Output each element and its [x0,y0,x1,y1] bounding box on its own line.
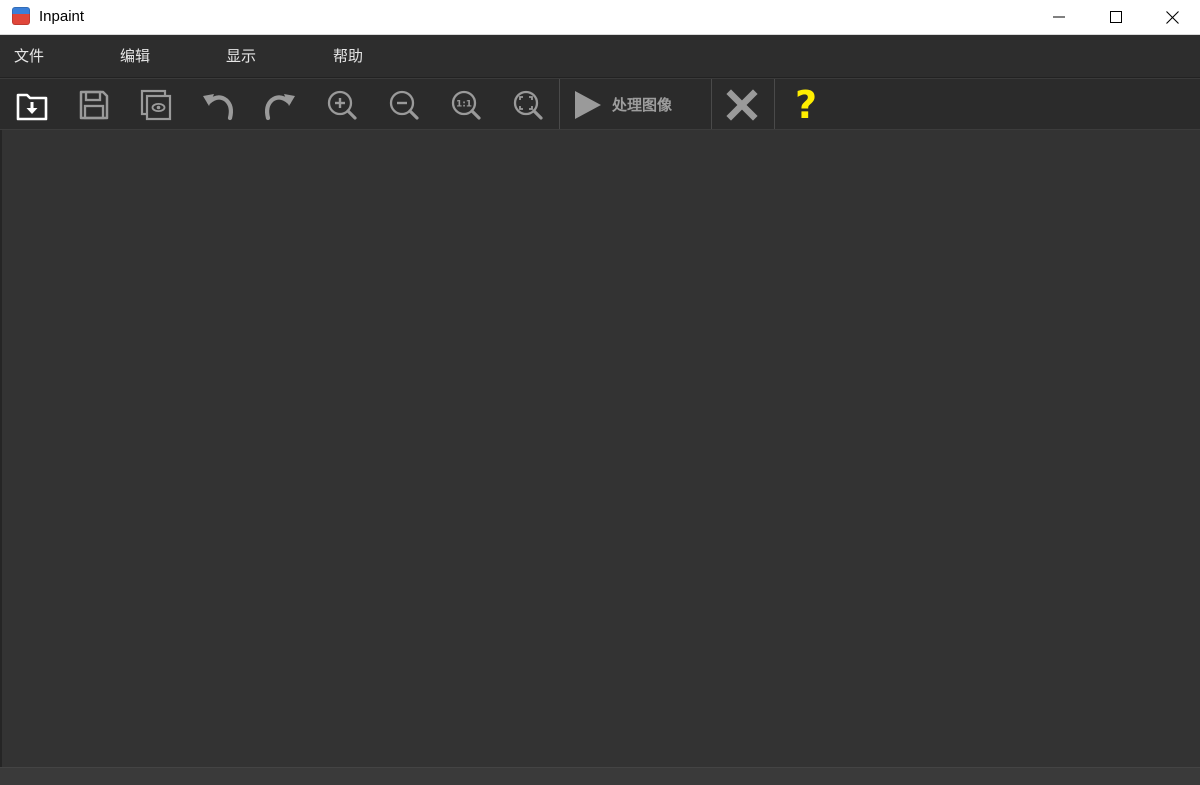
menu-file[interactable]: 文件 [14,46,44,66]
status-bar [0,767,1200,785]
redo-icon [265,94,295,121]
minimize-button[interactable] [1031,0,1087,34]
cancel-button[interactable] [720,83,764,127]
zoom-out-button[interactable] [382,83,426,127]
close-icon [1165,10,1179,24]
toolbar-separator [559,79,560,129]
help-question-icon: ? [795,86,817,124]
save-button[interactable] [72,83,116,127]
zoom-fit-button[interactable] [506,83,550,127]
toolbar: 1:1 处理图像 ? [0,78,1200,130]
open-file-icon [16,93,48,121]
image-canvas[interactable] [0,130,1200,767]
zoom-in-icon [327,90,357,120]
help-glyph: ? [795,86,817,124]
preview-button[interactable] [134,83,178,127]
toolbar-separator [711,79,712,129]
zoom-out-icon [389,90,419,120]
help-button[interactable]: ? [784,83,828,127]
process-image-button[interactable]: 处理图像 [570,83,708,127]
app-window: Inpaint 文件 编辑 显示 帮助 1:1 处理图像 ? [0,0,1200,785]
open-button[interactable] [10,83,54,127]
toolbar-separator [774,79,775,129]
app-logo-icon [12,7,30,25]
menu-edit[interactable]: 编辑 [120,46,150,66]
save-icon [79,90,109,120]
close-button[interactable] [1144,0,1200,34]
play-icon [575,91,601,119]
menu-bar: 文件 编辑 显示 帮助 [0,35,1200,78]
zoom-fit-icon [513,90,543,120]
menu-help[interactable]: 帮助 [333,46,363,66]
preview-icon [140,89,172,121]
redo-button[interactable] [258,83,302,127]
maximize-icon [1110,11,1122,23]
undo-icon [203,94,233,121]
undo-button[interactable] [196,83,240,127]
zoom-actual-size-icon: 1:1 [451,90,481,120]
zoom-actual-size-button[interactable]: 1:1 [444,83,488,127]
minimize-icon [1053,16,1065,18]
menu-view[interactable]: 显示 [226,46,256,66]
maximize-button[interactable] [1088,0,1144,34]
zoom-actual-size-label: 1:1 [456,100,472,110]
zoom-in-button[interactable] [320,83,364,127]
title-bar[interactable]: Inpaint [0,0,1200,35]
window-title: Inpaint [39,8,85,25]
cancel-x-icon [726,89,758,121]
process-image-label: 处理图像 [612,96,673,114]
